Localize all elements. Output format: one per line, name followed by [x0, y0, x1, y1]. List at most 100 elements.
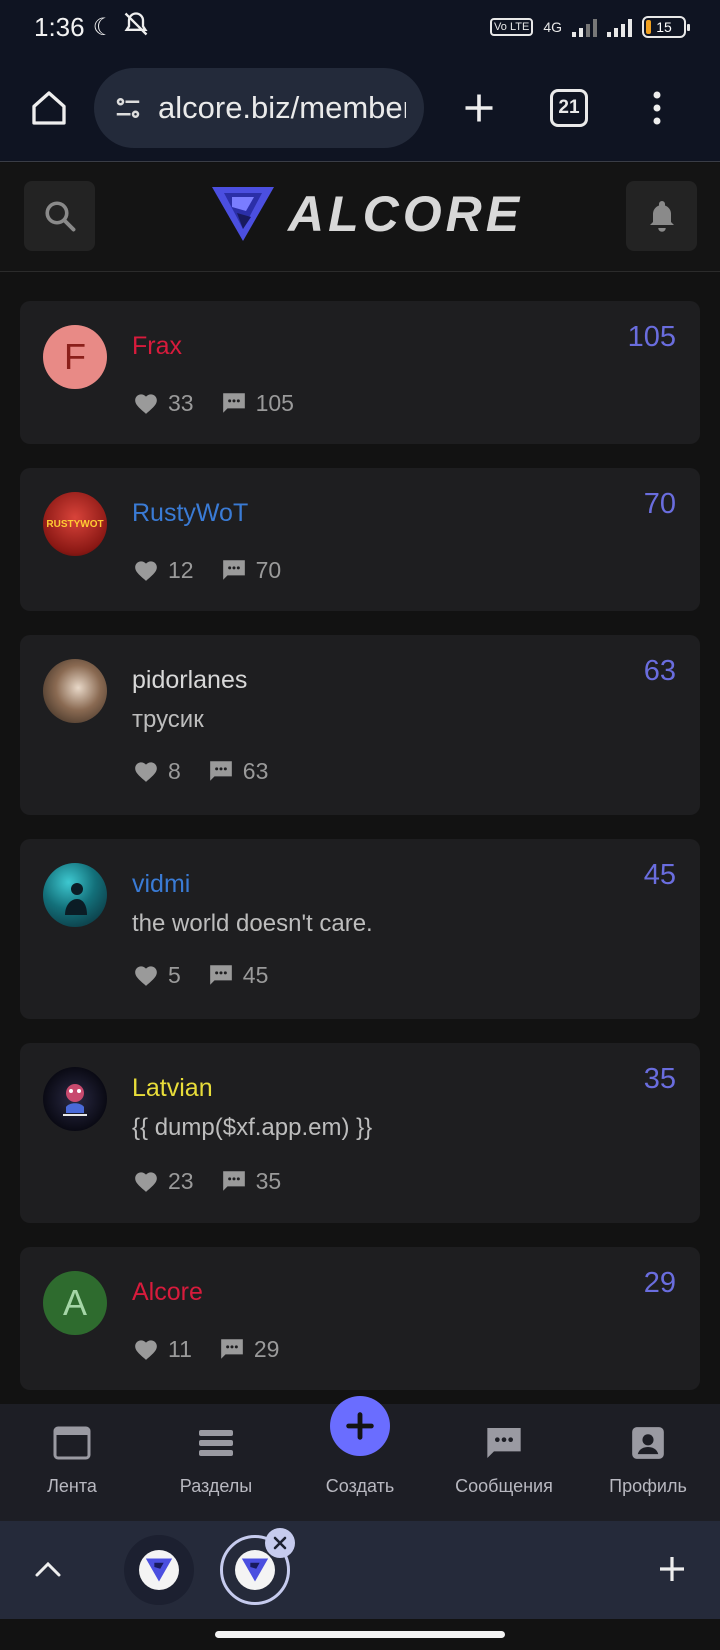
likes-count: 8 — [168, 757, 181, 784]
battery-icon: 15 — [642, 16, 690, 38]
url-text[interactable]: alcore.biz/members — [158, 90, 406, 126]
member-stats: 33 105 — [132, 389, 294, 417]
close-icon — [273, 1536, 287, 1550]
alcore-favicon-icon — [139, 1550, 179, 1590]
member-name[interactable]: Latvian — [132, 1074, 213, 1103]
heart-icon — [132, 556, 160, 584]
member-card[interactable]: pidorlanes трусик 8 63 63 — [20, 635, 700, 815]
home-gesture-handle[interactable] — [215, 1631, 505, 1638]
add-tab-button[interactable] — [652, 1549, 692, 1589]
new-tab-button[interactable] — [454, 83, 504, 133]
member-status: {{ dump($xf.app.em) }} — [132, 1114, 373, 1141]
heart-icon — [132, 757, 160, 785]
member-status: трусик — [132, 706, 204, 733]
avatar-text: RUSTYWOT — [46, 518, 104, 530]
site-logo[interactable]: ALCORE — [210, 184, 523, 244]
nav-create[interactable]: Создать — [288, 1396, 432, 1521]
member-name[interactable]: Frax — [132, 332, 182, 361]
tab-item[interactable] — [124, 1535, 194, 1605]
member-stats: 5 45 — [132, 961, 268, 989]
sections-icon — [195, 1422, 237, 1464]
alcore-logo-icon — [212, 187, 274, 241]
likes-count: 23 — [168, 1167, 194, 1194]
heart-icon — [132, 1335, 160, 1363]
create-button[interactable] — [330, 1396, 390, 1456]
member-name[interactable]: RustyWoT — [132, 499, 248, 528]
logo-wordmark: ALCORE — [288, 186, 524, 242]
messages-icon — [483, 1422, 525, 1464]
comment-icon — [218, 1335, 246, 1363]
browser-menu-button[interactable] — [642, 78, 672, 138]
likes-count: 12 — [168, 556, 194, 583]
messages-count: 63 — [242, 757, 269, 784]
search-button[interactable] — [24, 181, 95, 251]
member-name[interactable]: pidorlanes — [132, 666, 247, 695]
home-button[interactable] — [18, 77, 80, 139]
nav-feed[interactable]: Лента — [0, 1404, 144, 1521]
avatar[interactable]: RUSTYWOT — [43, 492, 107, 556]
comment-icon — [207, 961, 235, 989]
plus-icon — [346, 1412, 374, 1440]
heart-icon — [132, 961, 160, 989]
avatar-letter: F — [64, 336, 86, 377]
notifications-button[interactable] — [626, 181, 697, 251]
chevron-up-icon — [35, 1561, 61, 1577]
nav-sections[interactable]: Разделы — [144, 1404, 288, 1521]
signal-strength-icon — [572, 17, 597, 37]
member-card[interactable]: F Frax 33 105 105 — [20, 301, 700, 444]
messages-count: 70 — [255, 556, 282, 583]
member-card[interactable]: RUSTYWOT RustyWoT 12 70 70 — [20, 468, 700, 611]
address-bar[interactable]: alcore.biz/members — [94, 67, 424, 148]
comment-icon — [220, 556, 248, 584]
collapse-tabs-button[interactable] — [30, 1551, 66, 1587]
alcore-favicon-icon — [235, 1550, 275, 1590]
browser-tab-strip — [0, 1521, 720, 1619]
member-name[interactable]: vidmi — [132, 870, 190, 899]
search-icon — [44, 201, 75, 232]
avatar-letter: A — [62, 1282, 87, 1323]
gesture-bar — [0, 1619, 720, 1650]
messages-count: 35 — [255, 1167, 282, 1194]
nav-label: Разделы — [179, 1476, 253, 1496]
member-list: F Frax 33 105 105 RUSTYWOT RustyWoT 12 7… — [0, 272, 720, 1404]
feed-icon — [51, 1422, 93, 1464]
profile-icon — [627, 1422, 669, 1464]
close-tab-button[interactable] — [265, 1528, 295, 1558]
member-stats: 11 29 — [132, 1335, 279, 1363]
signal-strength-2-icon — [607, 17, 632, 37]
tab-switcher-button[interactable]: 21 — [550, 88, 588, 127]
plus-icon — [465, 94, 493, 121]
avatar[interactable] — [43, 863, 107, 927]
message-total: 35 — [643, 1063, 676, 1095]
home-icon — [32, 90, 66, 125]
avatar[interactable]: A — [43, 1271, 107, 1335]
nav-profile[interactable]: Профиль — [576, 1404, 720, 1521]
member-stats: 12 70 — [132, 556, 281, 584]
member-card[interactable]: Latvian {{ dump($xf.app.em) }} 23 35 35 — [20, 1043, 700, 1223]
plus-icon — [660, 1557, 684, 1581]
message-total: 70 — [643, 488, 676, 520]
nav-messages[interactable]: Сообщения — [432, 1404, 576, 1521]
comment-icon — [220, 389, 248, 417]
heart-icon — [132, 389, 160, 417]
member-name[interactable]: Alcore — [132, 1278, 203, 1307]
message-total: 29 — [643, 1267, 676, 1299]
nav-label: Создать — [325, 1476, 395, 1496]
member-status: the world doesn't care. — [132, 910, 373, 937]
avatar[interactable] — [43, 1067, 107, 1131]
heart-icon — [132, 1167, 160, 1195]
muted-bell-icon — [122, 10, 150, 45]
volte-badge: Vo LTE — [490, 18, 534, 36]
message-total: 105 — [627, 321, 676, 353]
site-settings-icon[interactable] — [112, 92, 144, 124]
likes-count: 5 — [168, 961, 181, 988]
member-card[interactable]: vidmi the world doesn't care. 5 45 45 — [20, 839, 700, 1019]
avatar[interactable] — [43, 659, 107, 723]
avatar[interactable]: F — [43, 325, 107, 389]
nav-label: Профиль — [609, 1476, 687, 1496]
member-card[interactable]: A Alcore 11 29 29 — [20, 1247, 700, 1390]
status-bar: 1:36 ☾ Vo LTE 4G 15 — [0, 0, 720, 54]
messages-count: 45 — [242, 961, 269, 988]
messages-count: 105 — [255, 389, 294, 416]
messages-count: 29 — [253, 1335, 280, 1362]
